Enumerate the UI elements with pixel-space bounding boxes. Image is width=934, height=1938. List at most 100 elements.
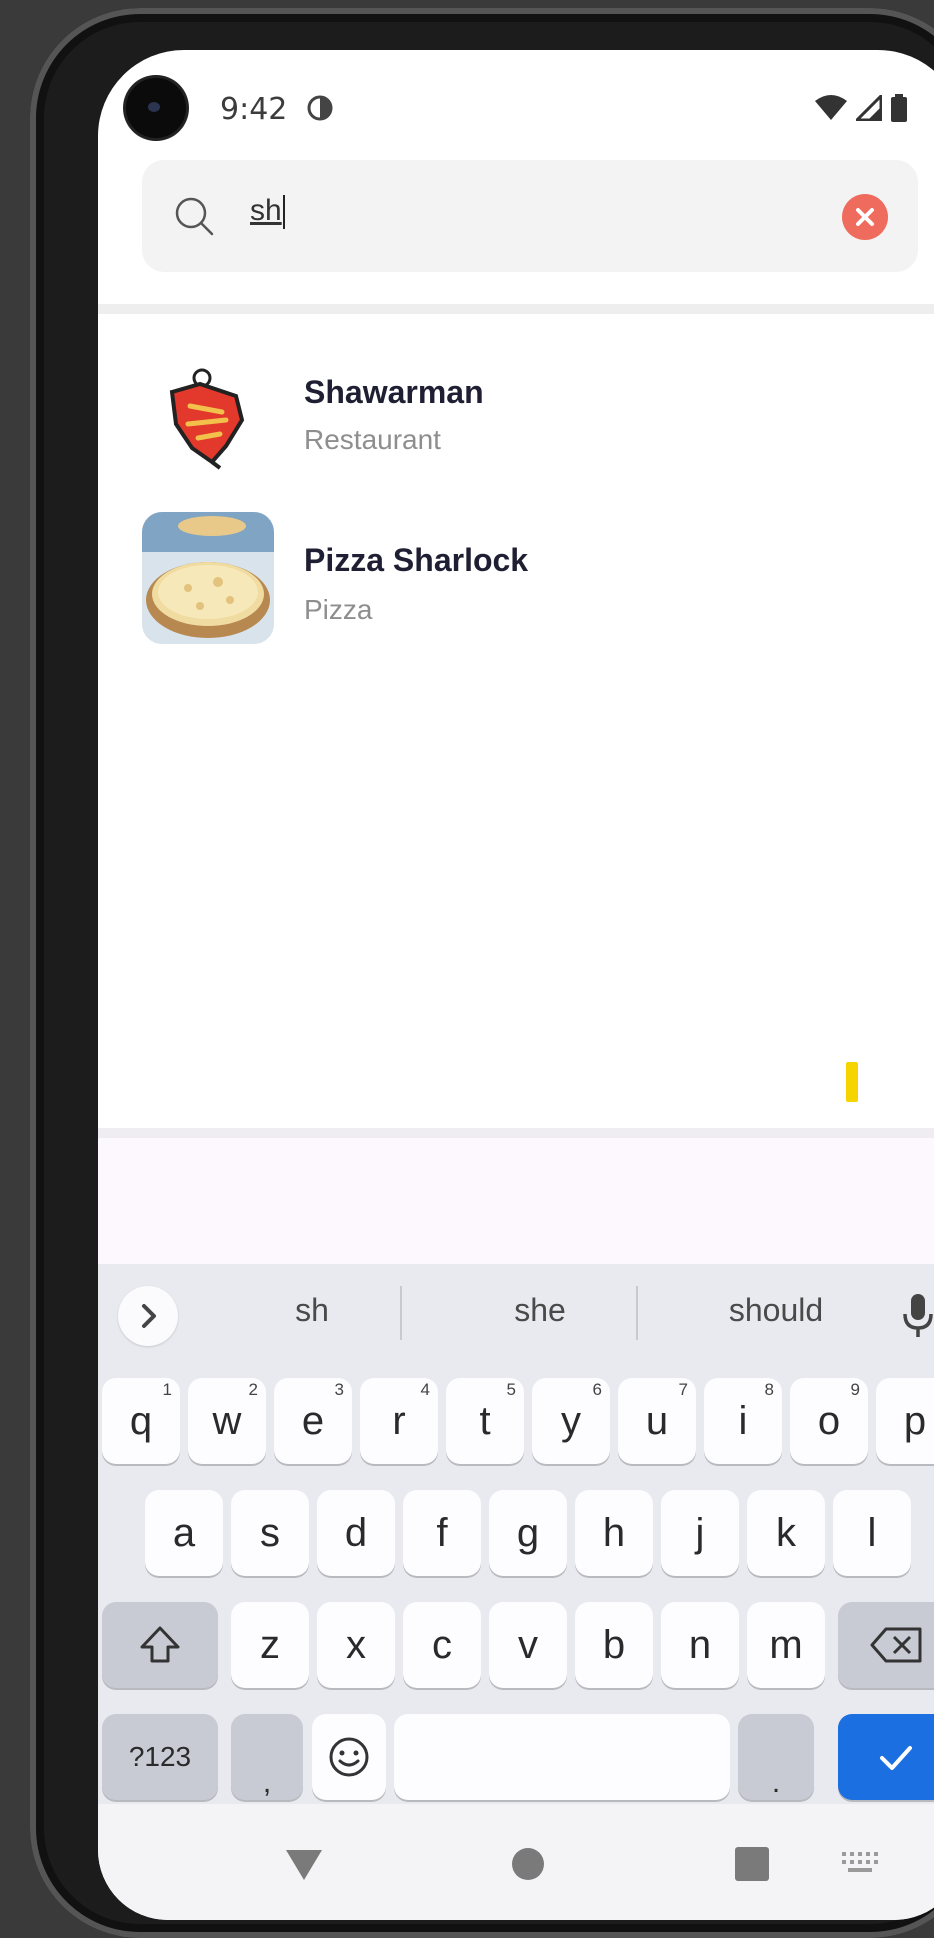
emoji-icon [329,1737,369,1777]
key-i[interactable]: i8 [704,1378,782,1464]
suggestion-2[interactable]: she [430,1292,650,1329]
emoji-key[interactable] [312,1714,386,1800]
key-h[interactable]: h [575,1490,653,1576]
enter-key[interactable] [838,1714,934,1800]
shawarma-logo-icon [169,368,245,470]
key-hint: 8 [764,1380,774,1399]
key-hint: 3 [334,1380,344,1399]
expand-toolbar-button[interactable] [118,1286,178,1346]
key-q[interactable]: q1 [102,1378,180,1464]
key-d[interactable]: d [317,1490,395,1576]
key-n[interactable]: n [661,1602,739,1688]
key-y[interactable]: y6 [532,1378,610,1464]
pizza-image [142,512,274,644]
search-input[interactable]: sh [250,194,285,230]
key-t[interactable]: t5 [446,1378,524,1464]
search-bar[interactable]: sh [142,160,918,272]
key-label: t [479,1398,491,1443]
suggestion-divider [400,1286,402,1340]
navigation-bar [98,1804,934,1920]
key-g[interactable]: g [489,1490,567,1576]
shift-icon [140,1626,180,1663]
key-p[interactable]: p0 [876,1378,934,1464]
nav-back-icon[interactable] [284,1848,324,1882]
key-hint: 5 [506,1380,516,1399]
key-z[interactable]: z [231,1602,309,1688]
result-item-pizza-sharlock[interactable]: Pizza Sharlock Pizza [98,512,934,652]
result-item-shawarman[interactable]: Shawarman Restaurant [98,350,934,490]
suggestion-3[interactable]: should [666,1292,886,1329]
key-s[interactable]: s [231,1490,309,1576]
backspace-key[interactable] [838,1602,934,1688]
mic-icon[interactable] [898,1290,934,1340]
key-label: u [645,1398,669,1443]
restaurant-photo [142,512,274,644]
data-saver-icon [307,95,333,121]
key-b[interactable]: b [575,1602,653,1688]
suggestion-strip: sh she should [98,1264,934,1364]
text-caret [282,195,285,230]
wifi-icon [815,95,847,120]
key-w[interactable]: w2 [188,1378,266,1464]
key-label: p [903,1398,927,1443]
key-u[interactable]: u7 [618,1378,696,1464]
backspace-icon [870,1627,922,1663]
check-icon [880,1746,912,1770]
key-r[interactable]: r4 [360,1378,438,1464]
result-category: Pizza [304,594,373,625]
key-l[interactable]: l [833,1490,911,1576]
result-name: Pizza Sharlock [304,542,529,578]
soft-keyboard: sh she should q1 w2 e3 r4 t5 y6 u7 i8 o9 [98,1264,934,1804]
key-label: i [738,1398,748,1443]
search-icon [175,197,214,236]
key-f[interactable]: f [403,1490,481,1576]
restaurant-logo [142,350,274,482]
front-camera [126,78,186,138]
key-hint: 2 [248,1380,258,1399]
period-key[interactable]: . [738,1714,814,1800]
suggestion-1[interactable]: sh [202,1292,422,1329]
result-name: Shawarman [304,374,484,410]
chevron-right-icon [142,1304,156,1328]
key-o[interactable]: o9 [790,1378,868,1464]
status-time: 9:42 [220,92,288,127]
space-key[interactable] [394,1714,730,1800]
comma-key[interactable]: , [231,1714,303,1800]
key-label: o [817,1398,841,1443]
key-hint: 4 [420,1380,430,1399]
cell-signal-icon [856,95,882,121]
clear-icon [856,208,874,226]
key-hint: 7 [678,1380,688,1399]
key-v[interactable]: v [489,1602,567,1688]
key-label: e [301,1398,325,1443]
keyboard-switch-icon[interactable] [842,1852,878,1876]
content-divider [98,1128,934,1138]
key-label: q [129,1398,153,1443]
key-x[interactable]: x [317,1602,395,1688]
key-k[interactable]: k [747,1490,825,1576]
symbols-key[interactable]: ?123 [102,1714,218,1800]
clear-search-button[interactable] [842,194,888,240]
key-label: y [561,1398,581,1443]
key-m[interactable]: m [747,1602,825,1688]
yellow-indicator [846,1062,858,1102]
keyboard-top-area [98,1138,934,1264]
key-e[interactable]: e3 [274,1378,352,1464]
key-c[interactable]: c [403,1602,481,1688]
key-hint: 6 [592,1380,602,1399]
nav-recents-icon[interactable] [734,1846,770,1882]
suggestion-divider [636,1286,638,1340]
status-icons [814,94,908,122]
shift-key[interactable] [102,1602,218,1688]
result-category: Restaurant [304,424,441,455]
phone-screen: 9:42 sh Shawarman Restaurant Pizza Sharl… [98,50,934,1920]
phone-frame: 9:42 sh Shawarman Restaurant Pizza Sharl… [30,8,934,1938]
key-label: w [212,1398,242,1443]
key-label: r [392,1398,406,1443]
key-a[interactable]: a [145,1490,223,1576]
battery-icon [891,94,907,122]
key-hint: 9 [850,1380,860,1399]
nav-home-icon[interactable] [510,1846,546,1882]
header-divider [98,304,934,314]
key-j[interactable]: j [661,1490,739,1576]
